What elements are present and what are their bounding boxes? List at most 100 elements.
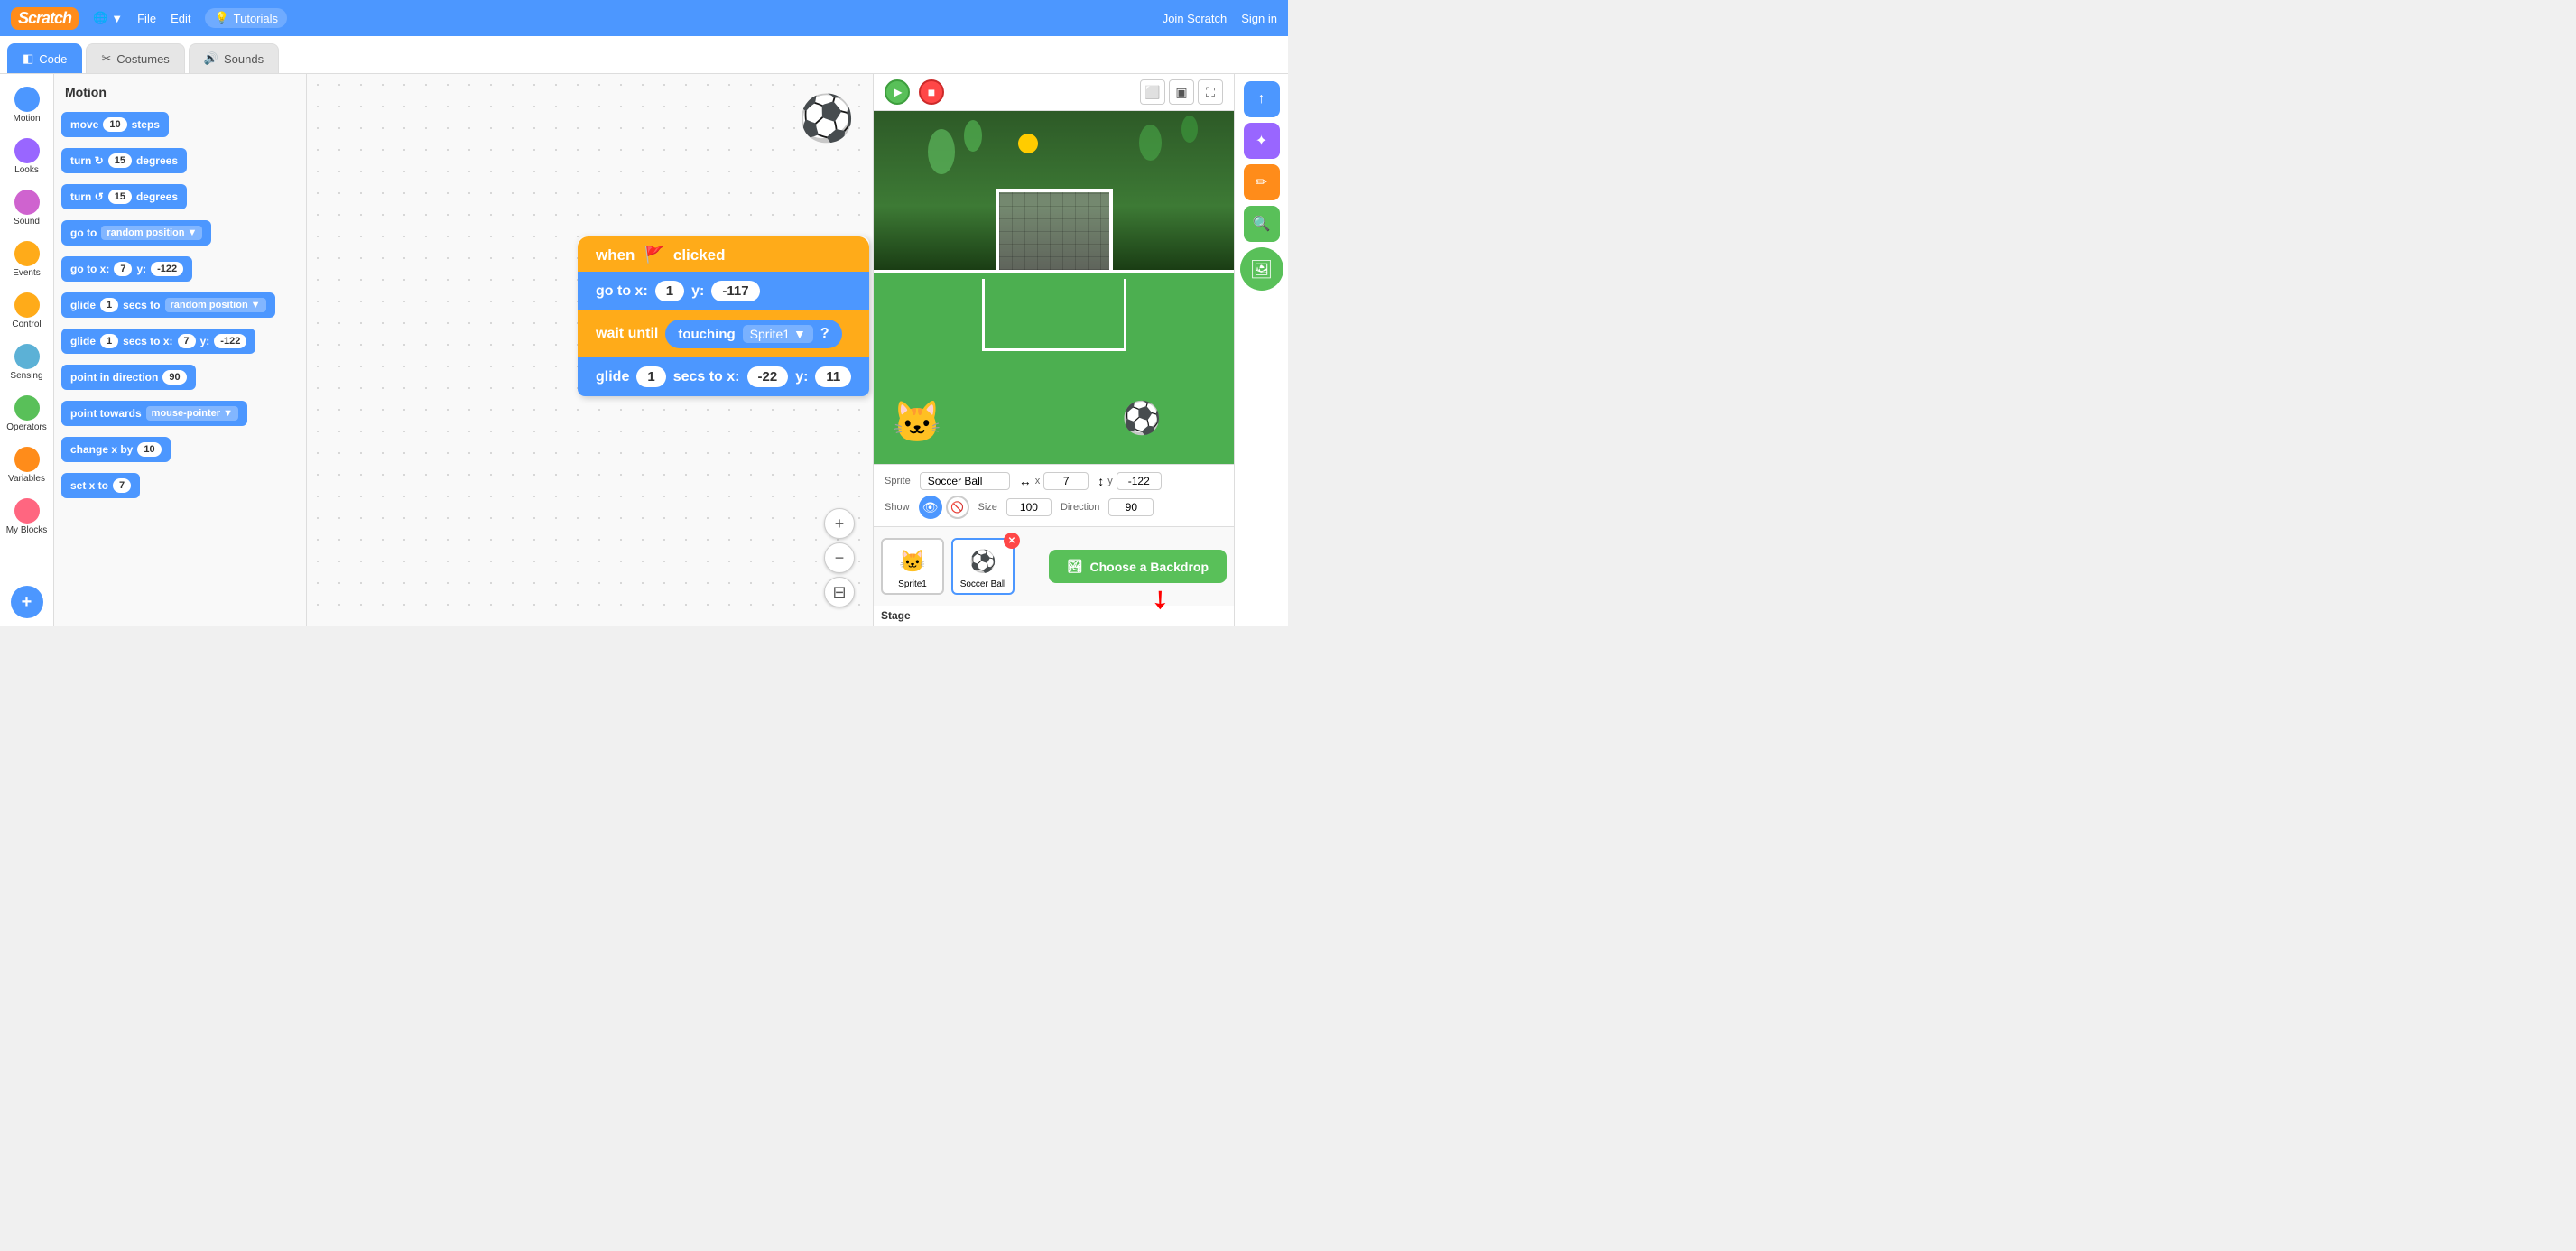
rs-upload-btn[interactable]: ↑ [1244, 81, 1280, 117]
x-input[interactable] [1043, 472, 1089, 490]
add-extension-btn[interactable]: + [11, 586, 43, 618]
tab-costumes-label: Costumes [116, 52, 170, 66]
control-dot [14, 292, 40, 318]
size-label: Size [978, 502, 997, 513]
edit-menu[interactable]: Edit [171, 12, 190, 25]
block-turn-right-value: 15 [108, 153, 132, 168]
stage-preview-ball: ⚽ [799, 92, 855, 145]
stage-medium-btn[interactable]: ▣ [1169, 79, 1194, 105]
y-label: y [1107, 476, 1113, 486]
sprite-thumb-ball[interactable]: ⚽ Soccer Ball [951, 538, 1015, 595]
block-glide-xy[interactable]: glide 1 secs to x: 7 y: -122 [61, 329, 255, 354]
motion-label: Motion [13, 114, 40, 124]
signin-link[interactable]: Sign in [1241, 12, 1277, 25]
stage-large-btn[interactable]: ⛶ [1198, 79, 1223, 105]
rs-edit-btn[interactable]: ✏ [1244, 164, 1280, 200]
tutorials-btn[interactable]: 💡 Tutorials [205, 8, 287, 28]
scratch-logo[interactable]: Scratch [11, 7, 79, 30]
zoom-out-btn[interactable]: − [824, 542, 855, 573]
green-flag-btn[interactable] [885, 79, 910, 105]
script-wrapper[interactable]: when 🚩 clicked go to x: 1 y: -117 wait u… [578, 236, 869, 396]
block-change-x[interactable]: change x by 10 [61, 437, 171, 462]
tab-costumes[interactable]: ✂ Costumes [86, 43, 184, 73]
block-turn-left[interactable]: turn ↺ 15 degrees [61, 184, 187, 209]
sidebar-item-looks[interactable]: Looks [2, 133, 52, 181]
block-set-x[interactable]: set x to 7 [61, 473, 140, 498]
block-point-dir-value: 90 [162, 370, 186, 385]
sound-dot [14, 190, 40, 215]
block-glide-rand-dropdown[interactable]: random position ▼ [165, 298, 266, 312]
nav-globe[interactable]: 🌐 ▼ [93, 11, 123, 25]
block-goto-xy[interactable]: go to x: 7 y: -122 [61, 256, 192, 282]
sprite-name-input[interactable] [920, 472, 1010, 490]
goto-label: go to x: [596, 283, 648, 300]
tab-code[interactable]: ◧ Code [7, 43, 82, 73]
block-change-x-value: 10 [137, 442, 161, 457]
join-link[interactable]: Join Scratch [1163, 12, 1228, 25]
tabs-bar: ◧ Code ✂ Costumes 🔊 Sounds [0, 36, 1288, 74]
sidebar-item-variables[interactable]: Variables [2, 441, 52, 489]
size-input[interactable] [1006, 498, 1052, 516]
stop-btn[interactable]: ■ [919, 79, 944, 105]
sensing-dot [14, 344, 40, 369]
stage-label-bar: Stage [874, 606, 1234, 626]
glide-block[interactable]: glide 1 secs to x: -22 y: 11 [578, 357, 869, 396]
stage-small-btn[interactable]: ⬜ [1140, 79, 1165, 105]
sprites-bar: 🐱 Sprite1 ⚽ Soccer Ball ✕ ➘ 🏞 C [874, 526, 1234, 606]
block-glide-random[interactable]: glide 1 secs to random position ▼ [61, 292, 275, 318]
direction-label: Direction [1061, 502, 1099, 513]
rs-plus-btn[interactable]: ✦ [1244, 123, 1280, 159]
events-label: Events [13, 268, 41, 278]
block-move[interactable]: move 10 steps [61, 112, 169, 137]
block-goto-y-label: y: [136, 263, 146, 275]
sprite-info: Sprite ↔ x ↕ y Show 👁 � [874, 464, 1234, 526]
code-area[interactable]: ⚽ when 🚩 clicked go to x: 1 y: -117 [307, 74, 873, 626]
sprite-info-row1: Sprite ↔ x ↕ y [885, 472, 1223, 490]
goal-net [996, 189, 1113, 270]
rs-backdrop-btn[interactable]: 🖼 [1240, 247, 1283, 291]
sprite-thumb-sprite1[interactable]: 🐱 Sprite1 [881, 538, 944, 595]
sprite1-img: 🐱 [890, 543, 935, 579]
sprite-x-coord: ↔ x [1019, 472, 1089, 490]
zoom-in-btn[interactable]: + [824, 508, 855, 539]
ball-sprite: ⚽ [1122, 400, 1162, 437]
zoom-fit-btn[interactable]: ⊟ [824, 577, 855, 607]
goto-y-label: y: [691, 283, 704, 300]
stage-background-top [874, 111, 1234, 270]
sidebar-item-sound[interactable]: Sound [2, 184, 52, 232]
wait-block[interactable]: wait until touching Sprite1 ▼ ? [578, 310, 869, 357]
direction-input[interactable] [1108, 498, 1154, 516]
glide-y-label: y: [795, 369, 808, 385]
choose-backdrop-btn[interactable]: 🏞 Choose a Backdrop [1049, 550, 1227, 583]
file-menu[interactable]: File [137, 12, 156, 25]
tab-sounds[interactable]: 🔊 Sounds [189, 43, 279, 73]
sidebar-item-events[interactable]: Events [2, 236, 52, 283]
touch-sprite-dropdown[interactable]: Sprite1 ▼ [743, 325, 813, 343]
block-goto-dropdown[interactable]: random position ▼ [101, 226, 202, 240]
show-btn[interactable]: 👁 [919, 496, 942, 519]
block-point-towards-dropdown[interactable]: mouse-pointer ▼ [146, 406, 238, 421]
x-arrows-icon: ↔ [1019, 474, 1032, 488]
rs-search-btn[interactable]: 🔍 [1244, 206, 1280, 242]
looks-label: Looks [14, 165, 39, 175]
sidebar-item-myblocks[interactable]: My Blocks [2, 493, 52, 541]
sidebar-item-sensing[interactable]: Sensing [2, 338, 52, 386]
sidebar-item-motion[interactable]: Motion [2, 81, 52, 129]
variables-dot [14, 447, 40, 472]
glide-val-input: 1 [636, 366, 665, 387]
hat-block[interactable]: when 🚩 clicked [578, 236, 869, 272]
block-turn-right[interactable]: turn ↻ 15 degrees [61, 148, 187, 173]
block-goto[interactable]: go to random position ▼ [61, 220, 211, 246]
goto-block[interactable]: go to x: 1 y: -117 [578, 272, 869, 310]
block-point-towards[interactable]: point towards mouse-pointer ▼ [61, 401, 247, 426]
myblocks-dot [14, 498, 40, 524]
delete-sprite-btn[interactable]: ✕ [1004, 533, 1020, 549]
choose-backdrop-area: 🏞 Choose a Backdrop [1049, 550, 1227, 583]
sidebar-item-operators[interactable]: Operators [2, 390, 52, 438]
block-point-dir[interactable]: point in direction 90 [61, 365, 196, 390]
touching-condition[interactable]: touching Sprite1 ▼ ? [665, 320, 841, 348]
sidebar-item-control[interactable]: Control [2, 287, 52, 335]
y-input[interactable] [1117, 472, 1162, 490]
hide-btn[interactable]: 🚫 [946, 496, 969, 519]
glide-x-input: -22 [747, 366, 789, 387]
